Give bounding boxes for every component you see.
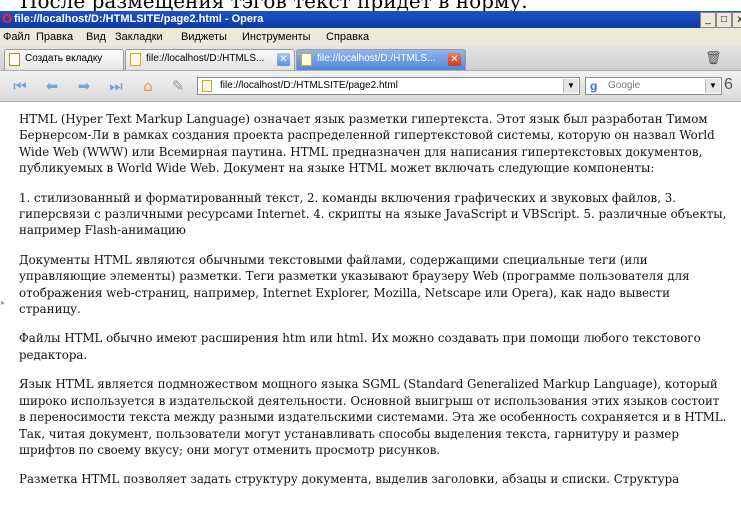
document-caption: После размещения тэгов текст придет в но… — [0, 0, 741, 11]
paragraph: Файлы HTML обычно имеют расширения htm и… — [19, 331, 701, 362]
chevron-down-icon[interactable]: ▼ — [705, 79, 720, 93]
paragraph: Документы HTML являются обычными текстов… — [19, 252, 690, 317]
menu-widgets[interactable]: Виджеты — [181, 31, 227, 43]
page-content: ▸ HTML (Hyper Text Markup Language) озна… — [0, 102, 741, 514]
fast-forward-icon[interactable]: ⏭ — [106, 77, 126, 95]
menu-bar: Файл Правка Вид Закладки Виджеты Инструм… — [0, 28, 741, 46]
rewind-icon[interactable]: ⏮ — [10, 77, 30, 95]
menu-edit[interactable]: Правка — [36, 31, 73, 43]
maximize-button[interactable]: □ — [716, 12, 732, 28]
menu-bookmarks[interactable]: Закладки — [115, 31, 163, 43]
forward-arrow-icon[interactable]: ➡ — [74, 77, 94, 95]
navigation-toolbar: ⏮ ⬅ ➡ ⏭ ⌂ ✎ file://localhost/D:/HTMLSITE… — [0, 71, 741, 102]
menu-tools[interactable]: Инструменты — [242, 31, 311, 43]
paragraph: HTML (Hyper Text Markup Language) означа… — [19, 112, 715, 176]
tab-page-2-active[interactable]: file://localhost/D:/HTMLS... ✕ — [296, 49, 466, 70]
article-text: HTML (Hyper Text Markup Language) означа… — [19, 111, 729, 501]
paragraph: Разметка HTML позволяет задать структуру… — [19, 472, 680, 487]
paragraph: Язык HTML является подмножеством мощного… — [19, 377, 727, 457]
page-icon — [202, 80, 212, 92]
close-tab-icon[interactable]: ✕ — [277, 53, 290, 66]
panel-toggle-icon[interactable]: ▸ — [1, 298, 5, 307]
search-input[interactable]: g Google ▼ — [585, 77, 722, 95]
edit-pencil-icon[interactable]: ✎ — [168, 77, 188, 95]
back-arrow-icon[interactable]: ⬅ — [42, 77, 62, 95]
paragraph: 1. стилизованный и форматированный текст… — [19, 190, 727, 238]
tab-bar: Создать вкладку file://localhost/D:/HTML… — [0, 46, 741, 71]
title-bar: O file://localhost/D:/HTMLSITE/page2.htm… — [0, 11, 741, 28]
google-icon: g — [590, 79, 598, 93]
tab-page-1[interactable]: file://localhost/D:/HTMLS... ✕ — [125, 49, 295, 70]
search-placeholder: Google — [608, 80, 641, 91]
minimize-button[interactable]: _ — [700, 12, 716, 28]
home-icon[interactable]: ⌂ — [138, 77, 158, 95]
browser-window: O file://localhost/D:/HTMLSITE/page2.htm… — [0, 11, 741, 514]
chevron-down-icon[interactable]: ▼ — [563, 79, 578, 93]
close-tab-icon[interactable]: ✕ — [448, 53, 461, 66]
address-value: file://localhost/D:/HTMLSITE/page2.html — [220, 80, 398, 91]
more-tools-icon[interactable]: 6 — [724, 75, 733, 95]
new-tab-label: Создать вкладку — [25, 53, 103, 64]
menu-view[interactable]: Вид — [86, 31, 106, 43]
opera-logo-icon: O — [2, 12, 13, 26]
window-title: file://localhost/D:/HTMLSITE/page2.html … — [14, 13, 264, 25]
tab-label: file://localhost/D:/HTMLS... — [146, 53, 265, 64]
tab-label: file://localhost/D:/HTMLS... — [317, 53, 436, 64]
trash-icon[interactable]: 🗑 — [705, 51, 722, 66]
new-page-icon — [9, 53, 20, 66]
page-icon — [301, 53, 312, 66]
menu-help[interactable]: Справка — [326, 31, 369, 43]
address-field[interactable]: file://localhost/D:/HTMLSITE/page2.html … — [197, 77, 580, 95]
new-tab-button[interactable]: Создать вкладку — [4, 49, 124, 70]
close-button[interactable]: x — [732, 12, 741, 28]
menu-file[interactable]: Файл — [3, 31, 30, 43]
page-icon — [130, 53, 141, 66]
